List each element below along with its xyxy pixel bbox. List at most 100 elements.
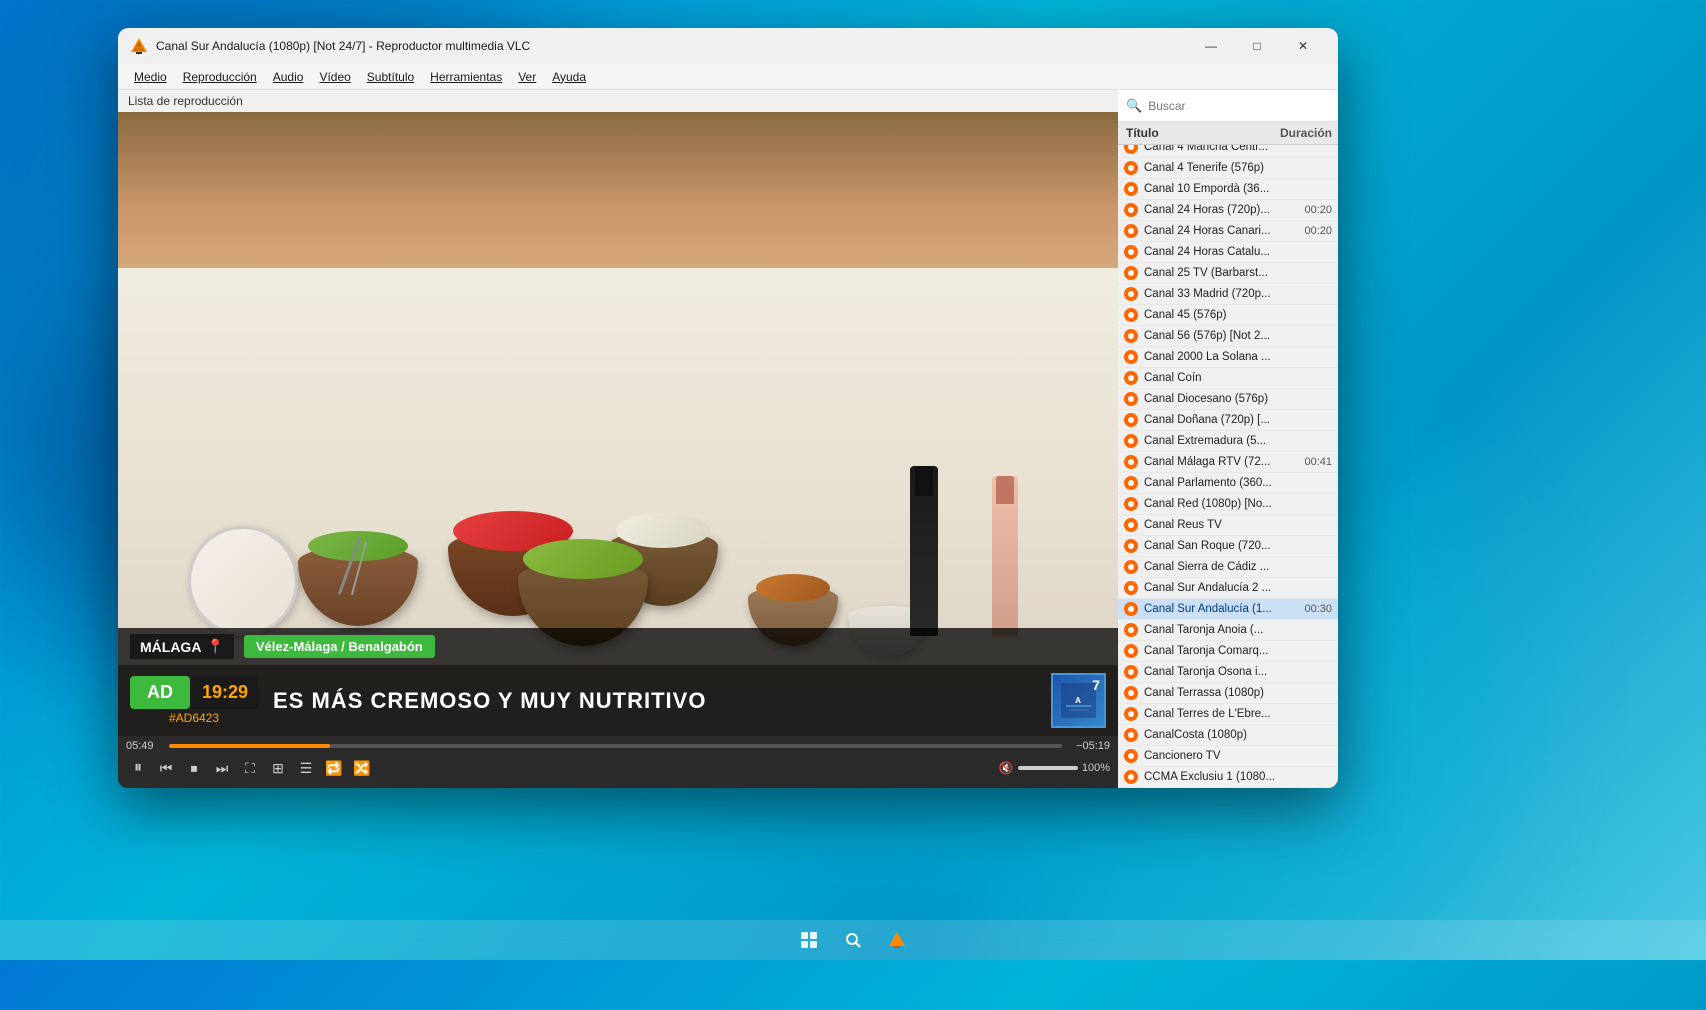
playlist-item[interactable]: CanalCosta (1080p) [1118, 725, 1338, 746]
playlist-item[interactable]: Canal Sur Andalucía (1...00:30 [1118, 599, 1338, 620]
subtitle-text: ES MÁS CREMOSO Y MUY NUTRITIVO [273, 688, 1036, 714]
playlist-item-title: CCMA Exclusiu 1 (1080... [1144, 771, 1292, 783]
close-button[interactable]: ✕ [1280, 28, 1326, 64]
playlist-item[interactable]: Canal 24 Horas Canari...00:20 [1118, 221, 1338, 242]
subtitle-bar: AD 19:29 #AD6423 ES MÁS CREMOSO Y MUY NU… [118, 665, 1118, 736]
playlist-item-icon [1124, 329, 1138, 343]
menu-subtitulo[interactable]: Subtítulo [359, 68, 422, 86]
location-pin-icon: 📍 [206, 638, 223, 655]
prev-button[interactable]: ⏮ [154, 756, 178, 780]
stop-button[interactable]: ⏹ [182, 756, 206, 780]
taskbar-search[interactable] [833, 922, 873, 958]
svg-text:A: A [1075, 696, 1081, 705]
loop-button[interactable]: 🔁 [322, 756, 346, 780]
playlist-item[interactable]: Canal 10 Empordà (36... [1118, 179, 1338, 200]
playlist-item[interactable]: Canal Coín [1118, 368, 1338, 389]
taskbar [0, 920, 1706, 960]
location-bar: MÁLAGA 📍 Vélez-Málaga / Benalgabón [118, 628, 1118, 665]
taskbar-vlc[interactable] [877, 922, 917, 958]
window-title: Canal Sur Andalucía (1080p) [Not 24/7] -… [156, 39, 1188, 53]
ad-group: AD 19:29 #AD6423 [130, 676, 258, 725]
plate-left [188, 526, 298, 636]
playlist-item[interactable]: Canal Taronja Anoia (... [1118, 620, 1338, 641]
playlist-item[interactable]: Canal Parlamento (360... [1118, 473, 1338, 494]
random-button[interactable]: 🔀 [350, 756, 374, 780]
playlist-item[interactable]: Canal San Roque (720... [1118, 536, 1338, 557]
playlist-item[interactable]: Canal Extremadura (5... [1118, 431, 1338, 452]
channel-number: 7 [1092, 677, 1100, 693]
playlist-item[interactable]: Canal 2000 La Solana ... [1118, 347, 1338, 368]
playlist-item-icon [1124, 203, 1138, 217]
menu-reproduccion[interactable]: Reproducción [175, 68, 265, 86]
playlist-item-icon [1124, 644, 1138, 658]
playlist-item[interactable]: Canal Red (1080p) [No... [1118, 494, 1338, 515]
playlist-item-icon [1124, 707, 1138, 721]
playlist-item-title: Canal Diocesano (576p) [1144, 393, 1292, 405]
playlist-item[interactable]: Canal Reus TV [1118, 515, 1338, 536]
extended-button[interactable]: ⊞ [266, 756, 290, 780]
playlist-item-title: Canal 4 Tenerife (576p) [1144, 162, 1292, 174]
playlist-item[interactable]: Canal Sierra de Cádiz ... [1118, 557, 1338, 578]
time-remaining: −05:19 [1070, 740, 1110, 752]
menu-audio[interactable]: Audio [265, 68, 312, 86]
next-button[interactable]: ⏭ [210, 756, 234, 780]
playlist-item[interactable]: Canal Málaga RTV (72...00:41 [1118, 452, 1338, 473]
playlist-item[interactable]: Canal 56 (576p) [Not 2... [1118, 326, 1338, 347]
playlist-item[interactable]: Canal 24 Horas (720p)...00:20 [1118, 200, 1338, 221]
playlist-button[interactable]: ☰ [294, 756, 318, 780]
playlist-item-title: Canal 4 Mancha Centr... [1144, 145, 1292, 153]
playlist-panel: 🔍 Título Duración Canal 4 Mancha Centr..… [1118, 90, 1338, 788]
menu-herramientas[interactable]: Herramientas [422, 68, 510, 86]
fullscreen-button[interactable]: ⛶ [238, 756, 262, 780]
playlist-item[interactable]: Canal Sur Andalucía 2 ... [1118, 578, 1338, 599]
menu-video[interactable]: Vídeo [311, 68, 358, 86]
playlist-search: 🔍 [1118, 90, 1338, 122]
playlist-item-icon [1124, 665, 1138, 679]
playlist-item-title: Canal Extremadura (5... [1144, 435, 1292, 447]
playlist-item[interactable]: Canal Terres de L'Ebre... [1118, 704, 1338, 725]
channel-logo: 7 A [1051, 673, 1106, 728]
channel-logo-svg: A [1061, 683, 1096, 718]
menu-bar: Medio Reproducción Audio Vídeo Subtítulo… [118, 64, 1338, 90]
time-current: 05:49 [126, 740, 161, 752]
maximize-button[interactable]: □ [1234, 28, 1280, 64]
playlist-header: Título Duración [1118, 122, 1338, 145]
playlist-item[interactable]: Canal Terrassa (1080p) [1118, 683, 1338, 704]
playlist-item-icon [1124, 602, 1138, 616]
playlist-item[interactable]: Canal Doñana (720p) [... [1118, 410, 1338, 431]
pause-button[interactable]: ⏸ [126, 756, 150, 780]
playlist-item[interactable]: Canal Diocesano (576p) [1118, 389, 1338, 410]
playlist-item-title: Canal Taronja Comarq... [1144, 645, 1292, 657]
playlist-item[interactable]: Canal 24 Horas Catalu... [1118, 242, 1338, 263]
playlist-item-icon [1124, 287, 1138, 301]
playlist-item[interactable]: Canal 4 Mancha Centr... [1118, 145, 1338, 158]
video-section: Lista de reproducción [118, 90, 1118, 788]
video-player[interactable]: MÁLAGA 📍 Vélez-Málaga / Benalgabón AD 19… [118, 112, 1118, 736]
playlist-item[interactable]: Canal 4 Tenerife (576p) [1118, 158, 1338, 179]
malaga-badge: MÁLAGA 📍 [130, 634, 234, 659]
playlist-item-title: Canal 24 Horas (720p)... [1144, 204, 1292, 216]
playlist-item-icon [1124, 770, 1138, 784]
playlist-item[interactable]: Cancionero TV [1118, 746, 1338, 767]
playlist-item[interactable]: CCMA Exclusiu 1 (1080... [1118, 767, 1338, 788]
playlist-item-icon [1124, 686, 1138, 700]
menu-ver[interactable]: Ver [510, 68, 544, 86]
menu-ayuda[interactable]: Ayuda [544, 68, 594, 86]
progress-track[interactable] [169, 744, 1062, 748]
taskbar-start[interactable] [789, 922, 829, 958]
window-controls: — □ ✕ [1188, 28, 1326, 64]
playlist-label: Lista de reproducción [118, 90, 1118, 112]
minimize-button[interactable]: — [1188, 28, 1234, 64]
volume-track[interactable] [1018, 766, 1078, 770]
playlist-item-title: Canal 33 Madrid (720p... [1144, 288, 1292, 300]
volume-percent: 100% [1082, 762, 1110, 774]
playlist-item-duration: 00:20 [1292, 225, 1332, 237]
playlist-item-icon [1124, 518, 1138, 532]
menu-medio[interactable]: Medio [126, 68, 175, 86]
playlist-item[interactable]: Canal Taronja Comarq... [1118, 641, 1338, 662]
playlist-item[interactable]: Canal 33 Madrid (720p... [1118, 284, 1338, 305]
search-input[interactable] [1148, 99, 1330, 113]
playlist-item[interactable]: Canal 45 (576p) [1118, 305, 1338, 326]
playlist-item[interactable]: Canal Taronja Osona i... [1118, 662, 1338, 683]
playlist-item[interactable]: Canal 25 TV (Barbarst... [1118, 263, 1338, 284]
